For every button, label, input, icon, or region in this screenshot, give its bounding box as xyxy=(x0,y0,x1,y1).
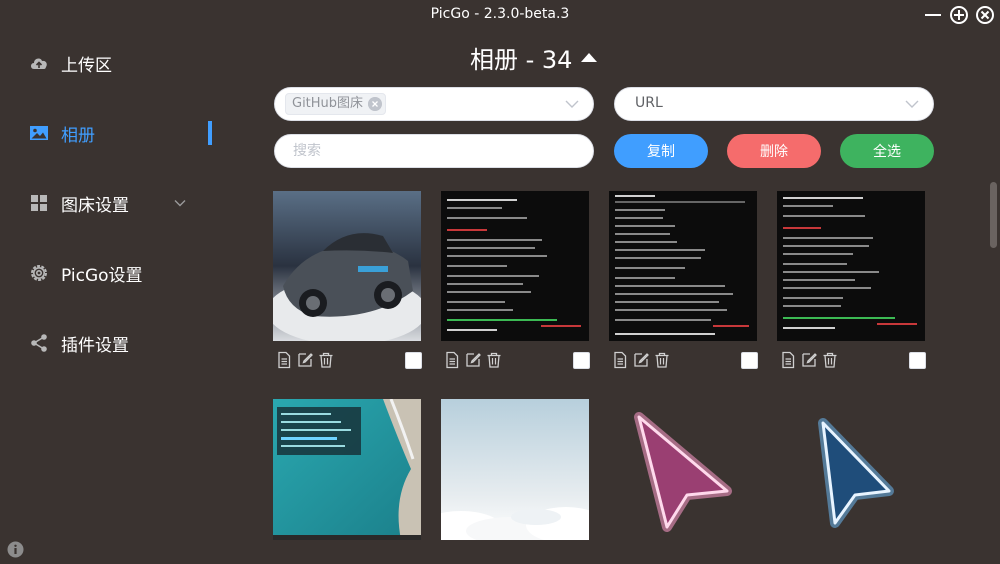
url-format-select[interactable]: URL xyxy=(614,87,934,121)
sidebar-item-gallery[interactable]: 相册 xyxy=(28,118,218,148)
card-actions xyxy=(779,351,927,371)
image-thumbnail[interactable] xyxy=(609,191,757,341)
delete-button[interactable]: 删除 xyxy=(727,134,821,168)
trash-icon[interactable] xyxy=(317,351,335,369)
search-input[interactable] xyxy=(274,134,594,168)
sidebar: 上传区 相册 图床设置 PicGo设置 插件设置 xyxy=(0,30,230,564)
edit-icon[interactable] xyxy=(632,351,650,369)
image-icon xyxy=(28,122,50,144)
url-format-value: URL xyxy=(635,95,663,111)
active-indicator xyxy=(208,121,212,145)
title-bar: PicGo - 2.3.0-beta.3 xyxy=(0,0,1000,30)
trash-icon[interactable] xyxy=(653,351,671,369)
gallery-item xyxy=(273,399,421,540)
document-icon[interactable] xyxy=(443,351,461,369)
sidebar-item-upload[interactable]: 上传区 xyxy=(28,48,218,78)
info-icon[interactable] xyxy=(7,541,24,558)
image-thumbnail[interactable] xyxy=(273,191,421,341)
gallery-item xyxy=(441,399,589,540)
gallery-heading[interactable]: 相册 - 34 xyxy=(470,42,670,74)
card-actions xyxy=(443,351,591,371)
gallery-item xyxy=(273,191,423,373)
chevron-down-icon xyxy=(565,100,579,108)
edit-icon[interactable] xyxy=(800,351,818,369)
gallery-item xyxy=(609,399,757,540)
document-icon[interactable] xyxy=(611,351,629,369)
picbed-tag-label: GitHub图床 xyxy=(292,96,364,111)
image-thumbnail[interactable] xyxy=(777,399,925,540)
page-title: 相册 - 34 xyxy=(470,45,573,74)
copy-button[interactable]: 复制 xyxy=(614,134,708,168)
grid-icon xyxy=(28,192,50,214)
share-icon xyxy=(28,332,50,354)
minimize-icon[interactable] xyxy=(922,4,944,26)
card-actions xyxy=(611,351,759,371)
sidebar-item-picbed-settings[interactable]: 图床设置 xyxy=(28,188,218,218)
maximize-icon[interactable] xyxy=(948,4,970,26)
picbed-filter-select[interactable]: GitHub图床 xyxy=(274,87,594,121)
scrollbar-thumb[interactable] xyxy=(990,182,997,248)
gallery-item xyxy=(777,191,927,373)
edit-icon[interactable] xyxy=(464,351,482,369)
gallery-item xyxy=(609,191,759,373)
document-icon[interactable] xyxy=(275,351,293,369)
sidebar-item-plugin-settings[interactable]: 插件设置 xyxy=(28,328,218,358)
sidebar-item-picgo-settings[interactable]: PicGo设置 xyxy=(28,258,218,288)
cloud-upload-icon xyxy=(28,52,50,74)
sidebar-item-label: 图床设置 xyxy=(61,195,129,216)
chevron-down-icon xyxy=(174,200,186,207)
image-thumbnail[interactable] xyxy=(609,399,757,540)
select-checkbox[interactable] xyxy=(405,352,422,369)
gear-icon xyxy=(28,262,50,284)
gallery-item xyxy=(441,191,591,373)
caret-up-icon[interactable] xyxy=(580,51,598,63)
trash-icon[interactable] xyxy=(821,351,839,369)
image-thumbnail[interactable] xyxy=(441,191,589,341)
select-checkbox[interactable] xyxy=(573,352,590,369)
sidebar-item-label: 上传区 xyxy=(61,55,112,76)
sidebar-item-label: PicGo设置 xyxy=(61,265,143,286)
window-title: PicGo - 2.3.0-beta.3 xyxy=(430,6,570,22)
select-all-button[interactable]: 全选 xyxy=(840,134,934,168)
trash-icon[interactable] xyxy=(485,351,503,369)
select-checkbox[interactable] xyxy=(741,352,758,369)
card-actions xyxy=(275,351,423,371)
image-thumbnail[interactable] xyxy=(777,191,925,341)
close-icon[interactable] xyxy=(974,4,996,26)
select-checkbox[interactable] xyxy=(909,352,926,369)
image-thumbnail[interactable] xyxy=(441,399,589,540)
picbed-tag: GitHub图床 xyxy=(285,93,387,115)
tag-close-icon[interactable] xyxy=(368,97,383,111)
sidebar-item-label: 相册 xyxy=(61,125,95,146)
edit-icon[interactable] xyxy=(296,351,314,369)
sidebar-item-label: 插件设置 xyxy=(61,335,129,356)
chevron-down-icon xyxy=(905,100,919,108)
document-icon[interactable] xyxy=(779,351,797,369)
image-thumbnail[interactable] xyxy=(273,399,421,540)
gallery-item xyxy=(777,399,925,540)
